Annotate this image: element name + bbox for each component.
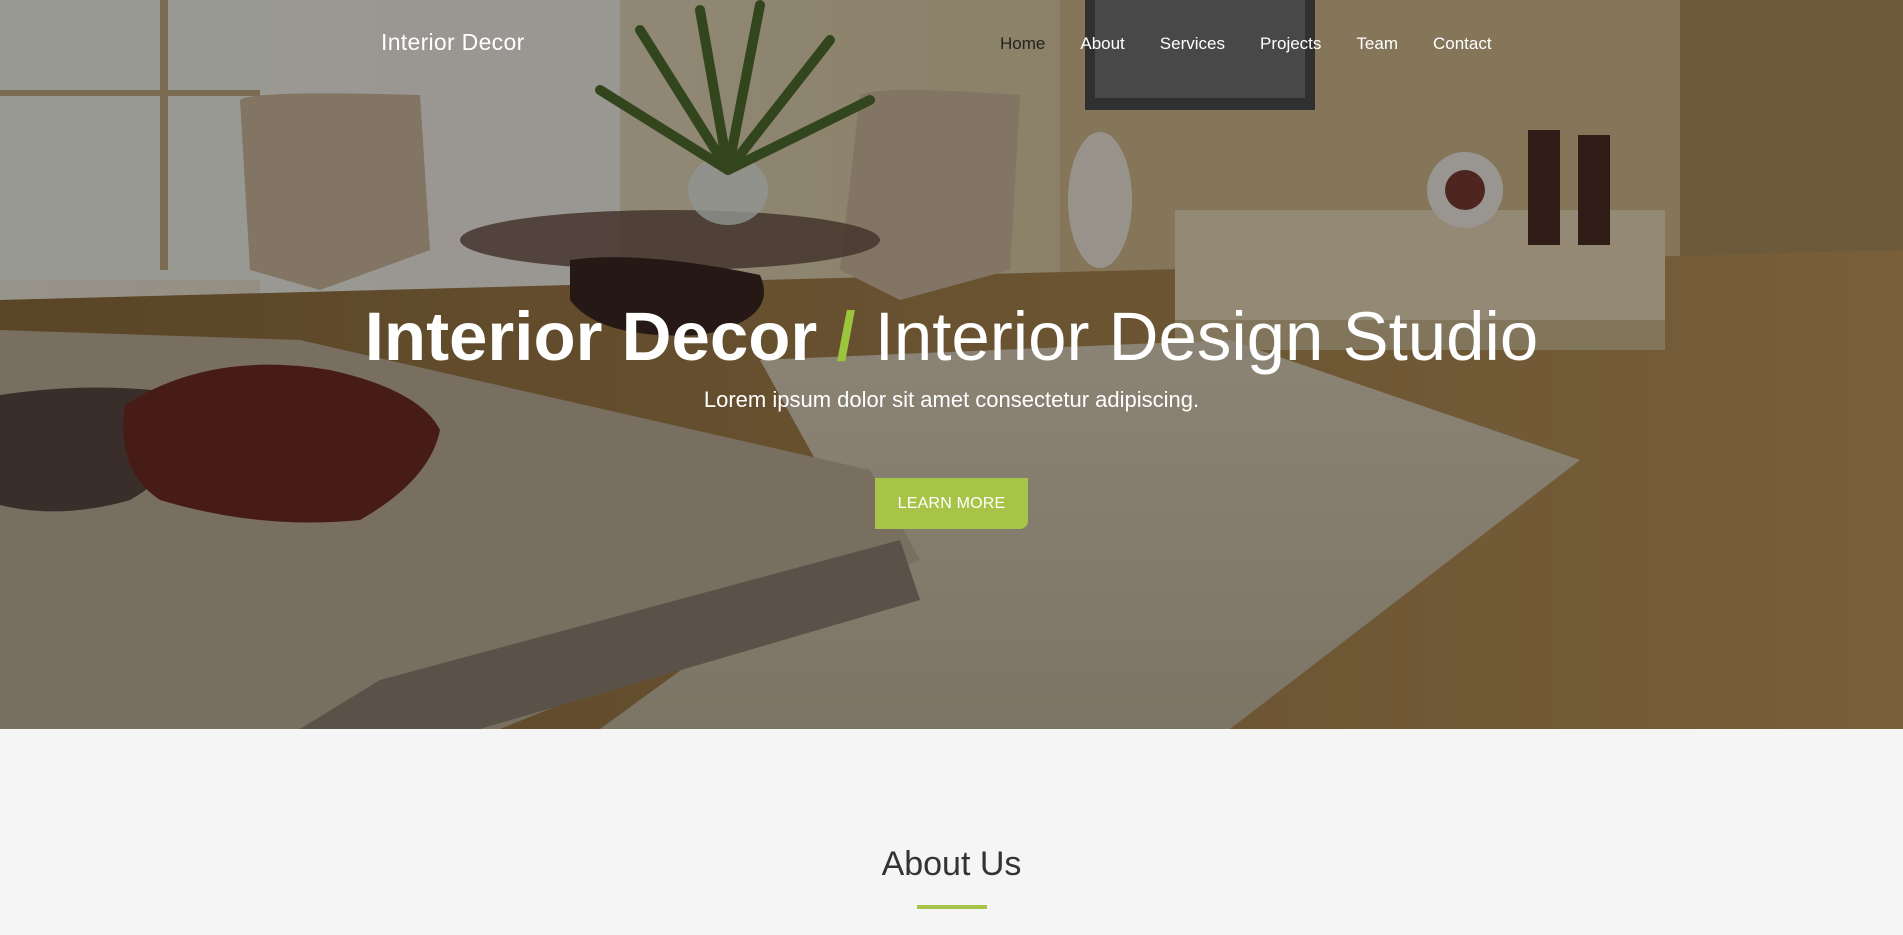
nav-item-services[interactable]: Services — [1160, 34, 1225, 54]
hero-title-rest: Interior Design Studio — [874, 298, 1539, 375]
hero-subtitle: Lorem ipsum dolor sit amet consectetur a… — [703, 387, 1200, 412]
nav-item-about[interactable]: About — [1080, 34, 1124, 54]
about-title-underline — [917, 905, 987, 909]
hero-title: Interior Decor / Interior Design Studio — [0, 297, 1903, 377]
hero-section: Interior Decor Home About Services Proje… — [0, 0, 1903, 729]
nav-item-team[interactable]: Team — [1356, 34, 1398, 54]
hero-title-slash: / — [836, 298, 856, 375]
about-title: About Us — [881, 845, 1022, 883]
nav-item-home[interactable]: Home — [1000, 34, 1045, 54]
nav-item-contact[interactable]: Contact — [1433, 34, 1492, 54]
learn-more-button[interactable]: LEARN MORE — [875, 478, 1028, 529]
hero-title-strong: Interior Decor — [364, 298, 818, 375]
about-section: About Us — [0, 729, 1903, 935]
nav-item-projects[interactable]: Projects — [1260, 34, 1321, 54]
brand-logo[interactable]: Interior Decor — [381, 29, 525, 56]
main-nav: Home About Services Projects Team Contac… — [1000, 34, 1492, 54]
